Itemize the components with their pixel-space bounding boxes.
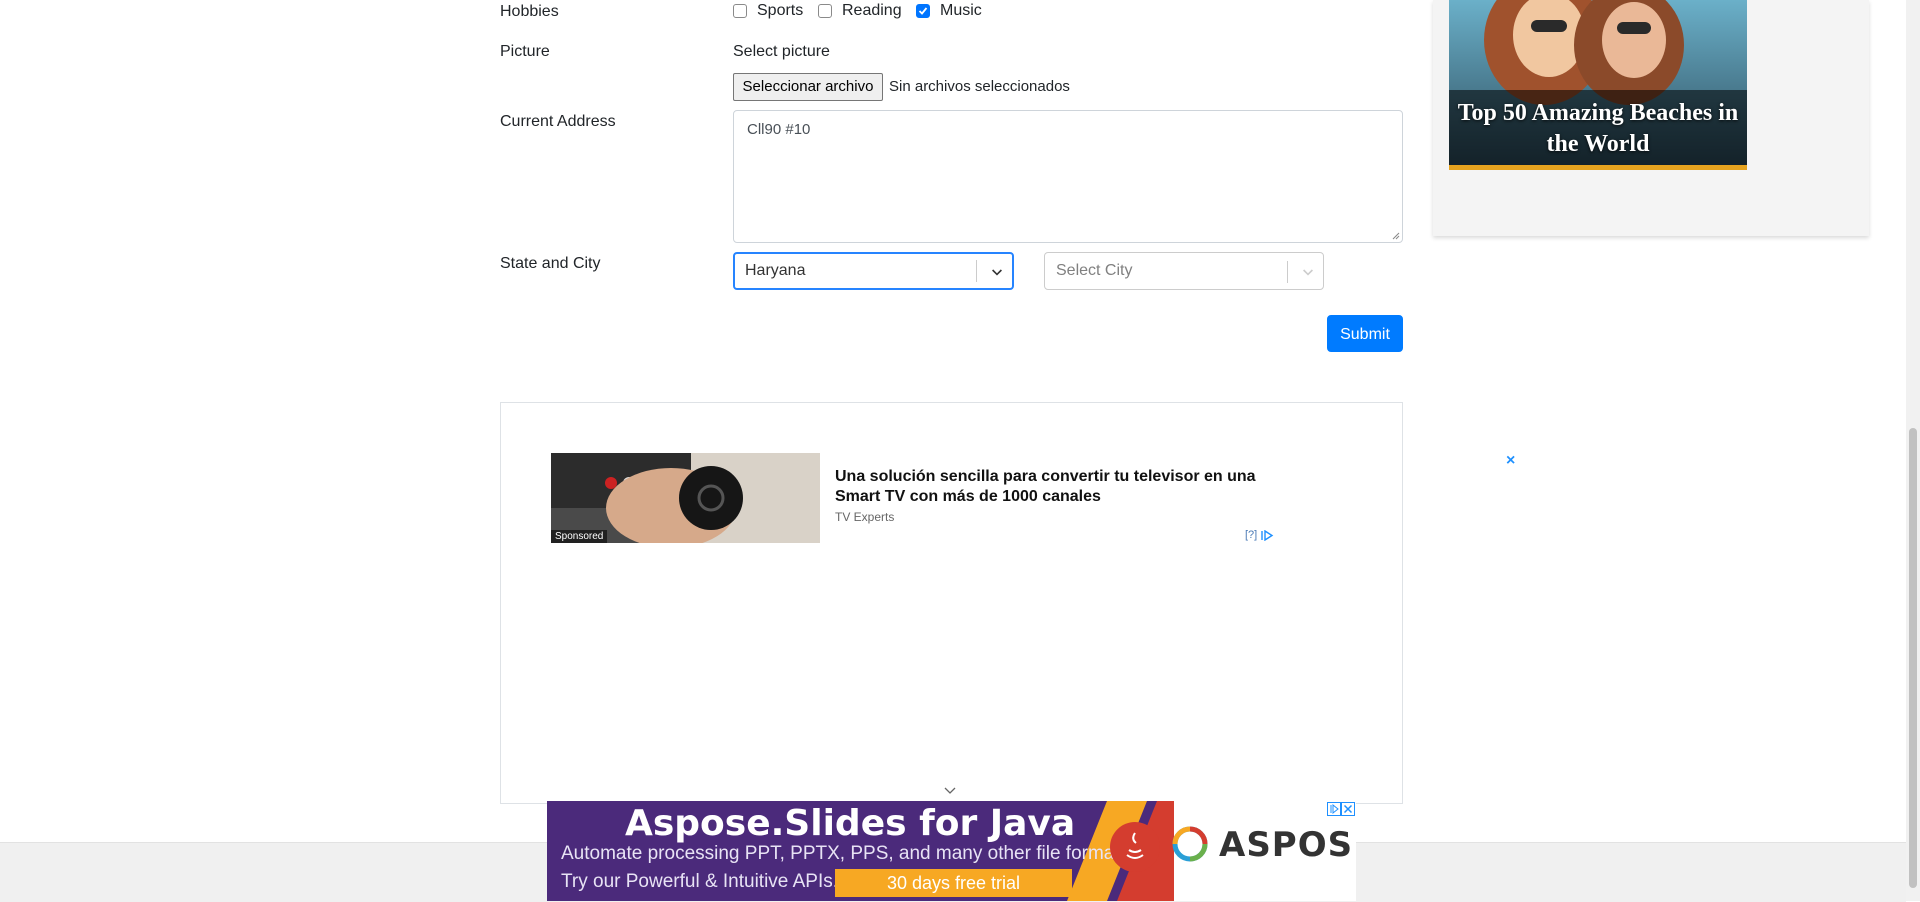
free-trial-button[interactable]: 30 days free trial [835, 869, 1072, 897]
aspose-banner-ad[interactable]: Aspose.Slides for Java Automate processi… [547, 801, 1356, 901]
select-picture-hint: Select picture [733, 43, 830, 60]
reading-label[interactable]: Reading [842, 2, 902, 20]
aspose-logo-icon [1172, 826, 1208, 862]
check-icon [918, 7, 928, 15]
submit-button[interactable]: Submit [1327, 315, 1403, 352]
beach-ad-caption: Top 50 Amazing Beaches in the World [1457, 100, 1739, 157]
choose-file-button[interactable]: Seleccionar archivo [733, 73, 883, 101]
current-address-value: Cll90 #10 [747, 121, 811, 138]
state-city-label: State and City [500, 255, 601, 272]
aspose-line1: Automate processing PPT, PPTX, PPS, and … [561, 843, 1135, 864]
city-select-placeholder: Select City [1056, 262, 1133, 279]
city-select[interactable]: Select City [1044, 252, 1324, 290]
state-select[interactable]: Haryana [733, 252, 1014, 290]
aspose-title: Aspose.Slides for Java [625, 803, 1076, 844]
music-checkbox[interactable] [916, 4, 930, 18]
chevron-down-icon[interactable] [943, 786, 957, 796]
ad-source[interactable]: TV Experts [835, 510, 894, 524]
sponsored-tag: Sponsored [551, 530, 608, 543]
state-select-separator [976, 260, 977, 282]
ad-info[interactable]: [?] [1245, 529, 1274, 541]
sports-label[interactable]: Sports [757, 2, 803, 20]
adchoices-icon[interactable] [1260, 529, 1274, 541]
current-address-label: Current Address [500, 113, 616, 130]
sponsored-ad-image[interactable]: Sponsored [551, 453, 820, 543]
reading-checkbox[interactable] [818, 4, 832, 18]
music-label[interactable]: Music [940, 2, 982, 20]
aspose-line2: Try our Powerful & Intuitive APIs. [561, 871, 839, 892]
hobbies-group: Sports Reading Music [733, 0, 1033, 26]
java-logo-icon [1110, 822, 1160, 872]
file-status: Sin archivos seleccionados [889, 78, 1070, 95]
city-select-separator [1287, 261, 1288, 283]
ad-info-text: [?] [1245, 529, 1258, 541]
picture-label: Picture [500, 43, 550, 60]
ad-close-icon[interactable] [1327, 802, 1355, 816]
ad-close-icon[interactable]: × [1506, 452, 1515, 470]
sports-checkbox[interactable] [733, 4, 747, 18]
hobbies-label: Hobbies [500, 3, 559, 20]
chevron-down-icon[interactable] [1300, 264, 1316, 280]
ad-headline[interactable]: Una solución sencilla para convertir tu … [835, 467, 1275, 507]
resize-grip-icon[interactable] [1391, 231, 1400, 240]
state-select-value: Haryana [745, 262, 806, 279]
current-address-textarea[interactable]: Cll90 #10 [733, 110, 1403, 243]
chevron-down-icon[interactable] [989, 264, 1005, 280]
aspose-logo-text: ASPOSE [1219, 825, 1356, 865]
scrollbar-thumb[interactable] [1909, 428, 1917, 888]
